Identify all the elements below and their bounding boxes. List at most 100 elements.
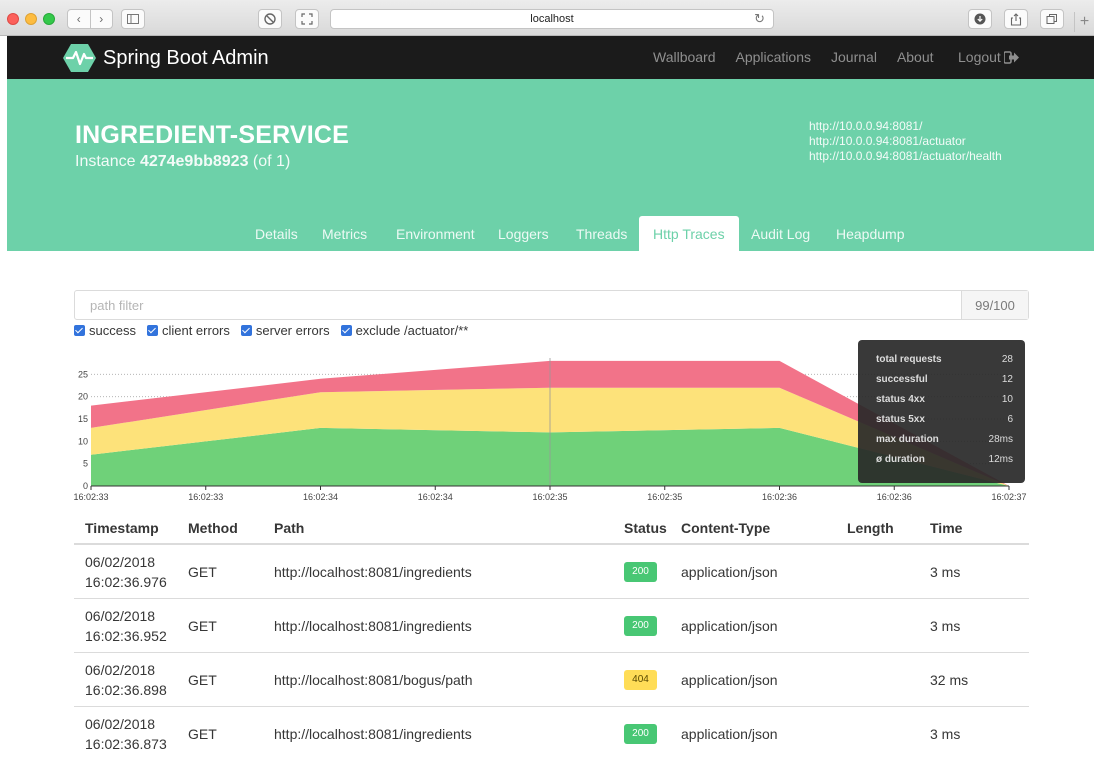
x-tick-label: 16:02:34 <box>303 492 338 502</box>
filter-server-errors-label: server errors <box>255 323 330 338</box>
y-tick-label: 15 <box>78 414 88 424</box>
history-nav: ‹ › <box>67 9 113 29</box>
checkbox-checked-icon <box>74 325 85 336</box>
y-tick-label: 10 <box>78 436 88 446</box>
instance-count: (of 1) <box>252 153 291 170</box>
table-header: Timestamp Method Path Status Content-Typ… <box>74 512 1029 545</box>
status-cell: 200 <box>614 615 679 636</box>
method-cell: GET <box>188 617 217 634</box>
timestamp-time: 16:02:36.873 <box>85 735 167 752</box>
tab-heapdump[interactable]: Heapdump <box>836 216 905 251</box>
status-badge: 404 <box>624 670 657 690</box>
instance-header: INGREDIENT-SERVICE Instance 4274e9bb8923… <box>7 79 1094 251</box>
path-filter-input[interactable] <box>75 291 961 319</box>
tooltip-value: 6 <box>1007 414 1013 425</box>
nav-link-journal[interactable]: Journal <box>831 49 877 65</box>
content-type-cell: application/json <box>681 725 778 742</box>
service-name: INGREDIENT-SERVICE <box>75 121 350 149</box>
status-badge: 200 <box>624 616 657 636</box>
tab-threads[interactable]: Threads <box>576 216 627 251</box>
tooltip-row: ø duration 12ms <box>876 450 1013 470</box>
filter-client-errors-checkbox[interactable]: client errors <box>146 323 230 338</box>
col-header-length[interactable]: Length <box>847 520 930 536</box>
minimize-window-button[interactable] <box>25 13 37 25</box>
tab-metrics[interactable]: Metrics <box>322 216 367 251</box>
col-header-time[interactable]: Time <box>930 520 1029 536</box>
reload-icon[interactable]: ↻ <box>754 11 765 27</box>
filter-client-errors-label: client errors <box>161 323 230 338</box>
timestamp-cell: 06/02/2018 16:02:36.898 <box>74 660 182 700</box>
time-cell: 3 ms <box>930 725 961 742</box>
service-url-link[interactable]: http://10.0.0.94:8081/ <box>809 119 1002 134</box>
timestamp-cell: 06/02/2018 16:02:36.976 <box>74 552 182 592</box>
tooltip-row: total requests 28 <box>876 350 1013 370</box>
method-cell: GET <box>188 671 217 688</box>
new-tab-icon[interactable]: + <box>1074 12 1094 32</box>
instance-id: 4274e9bb8923 <box>139 153 249 170</box>
instance-subtitle: Instance 4274e9bb8923 (of 1) <box>75 153 290 171</box>
tab-details[interactable]: Details <box>255 216 298 251</box>
brand[interactable]: Spring Boot Admin <box>63 43 269 73</box>
col-header-timestamp[interactable]: Timestamp <box>74 518 182 538</box>
download-icon[interactable] <box>968 9 992 29</box>
back-icon[interactable]: ‹ <box>68 12 90 26</box>
filter-exclude-actuator-checkbox[interactable]: exclude /actuator/** <box>340 323 468 338</box>
table-row[interactable]: 06/02/2018 16:02:36.952 GET http://localh… <box>74 599 1029 653</box>
nav-link-applications[interactable]: Applications <box>736 49 812 65</box>
col-header-content-type[interactable]: Content-Type <box>679 520 847 536</box>
col-header-method[interactable]: Method <box>182 520 264 536</box>
tab-audit-log[interactable]: Audit Log <box>751 216 810 251</box>
tooltip-row: successful 12 <box>876 370 1013 390</box>
share-icon[interactable] <box>1004 9 1028 29</box>
timestamp-time: 16:02:36.976 <box>85 573 167 590</box>
zoom-window-button[interactable] <box>43 13 55 25</box>
sidebar-toggle-icon[interactable] <box>121 9 145 29</box>
checkbox-checked-icon <box>340 325 352 336</box>
col-header-path[interactable]: Path <box>264 520 614 536</box>
time-cell: 3 ms <box>930 617 961 634</box>
x-tick-label: 16:02:36 <box>762 492 797 502</box>
method-cell: GET <box>188 563 217 580</box>
chart-tooltip: total requests 28 successful 12 status 4xx 10… <box>858 340 1025 483</box>
tab-environment[interactable]: Environment <box>396 216 475 251</box>
timestamp-cell: 06/02/2018 16:02:36.873 <box>74 714 182 754</box>
tooltip-value: 28 <box>1001 354 1013 365</box>
http-traces-table: Timestamp Method Path Status Content-Typ… <box>74 512 1029 758</box>
logout-link[interactable]: Logout <box>958 49 1020 65</box>
tooltip-row: status 5xx 6 <box>876 410 1013 430</box>
x-tick-label: 16:02:36 <box>877 492 912 502</box>
nav-link-about[interactable]: About <box>897 49 934 65</box>
nav-link-wallboard[interactable]: Wallboard <box>653 49 716 65</box>
content-type-cell: application/json <box>681 671 778 688</box>
filter-server-errors-checkbox[interactable]: server errors <box>240 323 330 338</box>
y-tick-label: 20 <box>78 392 88 402</box>
status-cell: 200 <box>614 723 679 744</box>
tab-http-traces[interactable]: Http Traces <box>639 216 739 251</box>
instance-tabs: Details Metrics Environment Loggers Thre… <box>7 216 1094 251</box>
address-bar[interactable]: localhost ↻ <box>330 9 774 29</box>
table-row[interactable]: 06/02/2018 16:02:36.873 GET http://localh… <box>74 707 1029 758</box>
status-cell: 200 <box>614 561 679 582</box>
col-header-status[interactable]: Status <box>614 520 679 536</box>
health-url-link[interactable]: http://10.0.0.94:8081/actuator/health <box>809 149 1002 164</box>
management-url-link[interactable]: http://10.0.0.94:8081/actuator <box>809 134 1002 149</box>
nav-links: Wallboard Applications Journal About <box>653 49 954 65</box>
table-row[interactable]: 06/02/2018 16:02:36.898 GET http://localh… <box>74 653 1029 707</box>
x-tick-label: 16:02:33 <box>188 492 223 502</box>
tooltip-label: status 5xx <box>876 414 925 425</box>
forward-icon[interactable]: › <box>91 12 113 26</box>
status-badge: 200 <box>624 724 657 744</box>
path-cell: http://localhost:8081/ingredients <box>274 725 472 742</box>
tooltip-value: 12 <box>1001 374 1013 385</box>
y-tick-label: 5 <box>83 459 88 469</box>
close-window-button[interactable] <box>7 13 19 25</box>
tabs-overview-icon[interactable] <box>1040 9 1064 29</box>
reader-icon[interactable] <box>295 9 319 29</box>
privacy-icon[interactable] <box>258 9 282 29</box>
filter-success-checkbox[interactable]: success <box>74 323 136 338</box>
time-cell: 3 ms <box>930 563 961 580</box>
status-cell: 404 <box>614 669 679 690</box>
tab-loggers[interactable]: Loggers <box>498 216 549 251</box>
x-tick-label: 16:02:37 <box>991 492 1026 502</box>
table-row[interactable]: 06/02/2018 16:02:36.976 GET http://localh… <box>74 545 1029 599</box>
